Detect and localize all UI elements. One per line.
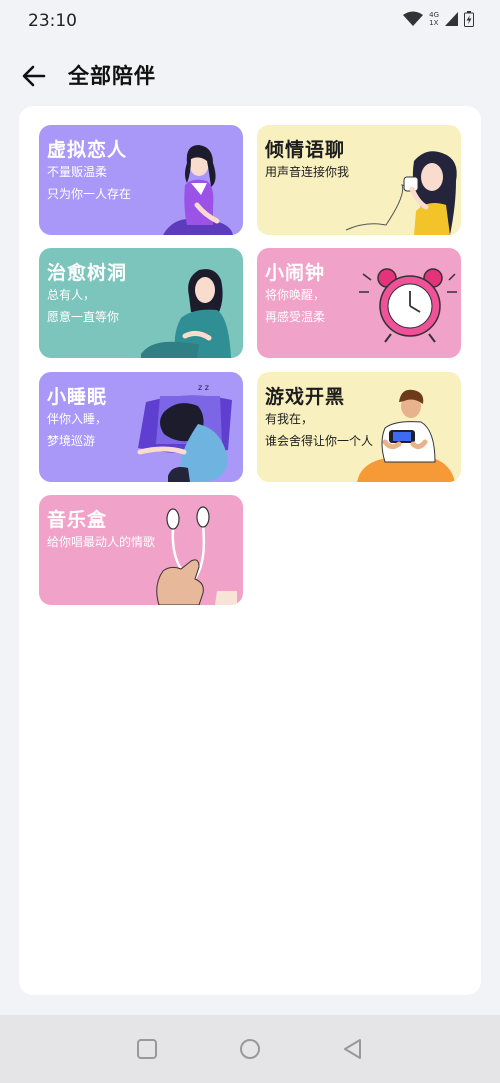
card-subtitle-1: 总有人，	[47, 288, 96, 302]
girl-sleeping-illustration: z z	[137, 383, 232, 482]
card-voice-chat[interactable]: 倾情语聊 用声音连接你我	[257, 125, 461, 235]
status-icons: 4G 1X	[403, 11, 474, 27]
card-subtitle-1: 伴你入睡，	[47, 412, 108, 426]
recent-apps-icon[interactable]	[135, 1037, 159, 1061]
card-subtitle-1: 有我在，	[265, 412, 314, 426]
network-type-bottom: 1X	[429, 19, 439, 27]
card-title: 治愈树洞	[47, 262, 128, 284]
battery-charging-icon	[464, 11, 474, 27]
wifi-icon	[403, 11, 424, 26]
svg-text:z z: z z	[198, 383, 209, 392]
home-icon[interactable]	[238, 1037, 262, 1061]
card-subtitle-2: 再感受温柔	[265, 310, 326, 324]
card-title: 游戏开黑	[265, 386, 346, 408]
girl-sitting-illustration	[163, 145, 233, 235]
card-title: 小睡眠	[47, 386, 108, 408]
system-navigation-bar	[0, 1015, 500, 1083]
girl-tin-can-phone-illustration	[345, 151, 457, 235]
boy-gaming-illustration	[357, 389, 455, 482]
earphones-hand-illustration	[156, 506, 237, 605]
card-subtitle-2: 只为你一人存在	[47, 187, 132, 201]
companion-list-panel: 虚拟恋人 不量贩温柔 只为你一人存在 倾情语聊 用声音连接你我 治愈树洞 总有人…	[19, 106, 481, 995]
network-type-top: 4G	[429, 11, 439, 19]
card-virtual-lover[interactable]: 虚拟恋人 不量贩温柔 只为你一人存在	[39, 125, 243, 235]
card-music-box[interactable]: 音乐盒 给你唱最动人的情歌	[39, 495, 243, 605]
signal-icon	[445, 12, 458, 26]
header: 全部陪伴	[0, 56, 500, 96]
page-title: 全部陪伴	[68, 64, 156, 88]
back-icon[interactable]	[341, 1037, 365, 1061]
card-sleep[interactable]: 小睡眠 伴你入睡， 梦境巡游 z z	[39, 372, 243, 482]
back-arrow-icon[interactable]	[20, 62, 48, 90]
card-healing-treehole[interactable]: 治愈树洞 总有人， 愿意一直等你	[39, 248, 243, 358]
card-subtitle-1: 用声音连接你我	[265, 165, 350, 179]
card-subtitle-1: 不量贩温柔	[47, 165, 108, 179]
card-title: 虚拟恋人	[47, 139, 128, 161]
status-time: 23:10	[28, 11, 77, 31]
network-type: 4G 1X	[429, 11, 439, 27]
card-title: 小闹钟	[265, 262, 326, 284]
card-title: 音乐盒	[47, 509, 108, 531]
card-subtitle-1: 将你唤醒，	[265, 288, 326, 302]
card-gaming[interactable]: 游戏开黑 有我在， 谁会舍得让你一个人	[257, 372, 461, 482]
card-title: 倾情语聊	[265, 139, 346, 161]
girl-hugging-knees-illustration	[141, 269, 231, 358]
card-subtitle-2: 愿意一直等你	[47, 310, 120, 324]
card-alarm-clock[interactable]: 小闹钟 将你唤醒， 再感受温柔	[257, 248, 461, 358]
status-bar: 23:10 4G 1X	[0, 0, 500, 44]
card-subtitle-2: 梦境巡游	[47, 434, 96, 448]
alarm-clock-illustration	[359, 268, 457, 343]
